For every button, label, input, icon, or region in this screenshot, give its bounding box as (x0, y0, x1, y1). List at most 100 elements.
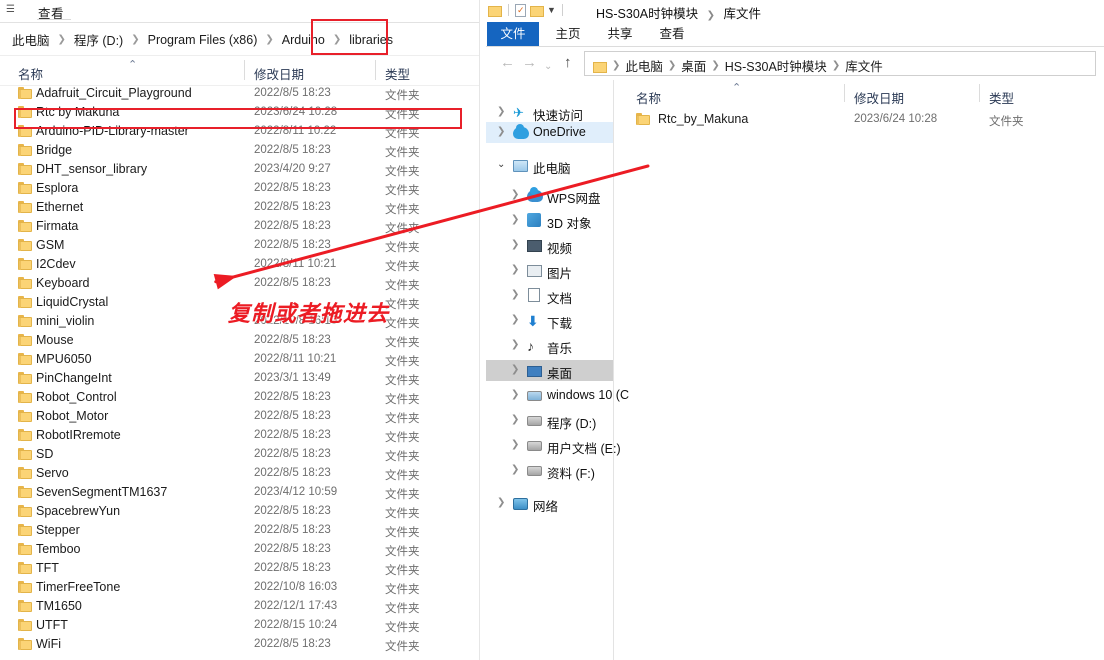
chevron-down-icon[interactable]: ▼ (547, 4, 556, 16)
tab-view[interactable]: 查看 (650, 22, 694, 46)
tree-item-用户文档 (E:)[interactable]: ❯ 用户文档 (E:) (486, 435, 621, 457)
table-row[interactable]: Bridge 2022/8/5 18:23 文件夹 (0, 141, 480, 160)
address-bar[interactable]: ❯ 此电脑 ❯ 桌面 ❯ HS-S30A时钟模块 ❯ 库文件 (584, 51, 1096, 76)
table-row[interactable]: SevenSegmentTM1637 2023/4/12 10:59 文件夹 (0, 483, 480, 502)
address-crumb-3[interactable]: 库文件 (845, 56, 883, 75)
folder-icon[interactable] (488, 5, 502, 17)
address-crumb-1[interactable]: 桌面 (681, 56, 706, 75)
chevron-right-icon: ❯ (831, 60, 841, 71)
chevron-right-icon[interactable]: ❯ (511, 240, 519, 250)
tree-item-文档[interactable]: ❯ 文档 (486, 285, 613, 306)
chevron-right-icon[interactable]: ❯ (511, 340, 519, 350)
column-header-date[interactable]: 修改日期 (254, 64, 304, 83)
tab-home[interactable]: 主页 (546, 22, 590, 46)
folder-icon (18, 638, 32, 650)
file-type: 文件夹 (385, 356, 420, 368)
column-header-type[interactable]: 类型 (385, 64, 410, 83)
tree-item-下载[interactable]: ❯ ⬇ 下载 (486, 310, 613, 331)
table-row[interactable]: WiFi 2022/8/5 18:23 文件夹 (0, 635, 480, 654)
back-button-icon[interactable]: ← (500, 55, 515, 71)
chevron-right-icon[interactable]: ❯ (497, 107, 505, 117)
chevron-right-icon[interactable]: ❯ (511, 215, 519, 225)
tree-item-OneDrive[interactable]: ❯ OneDrive (486, 122, 613, 143)
tree-item-图片[interactable]: ❯ 图片 (486, 260, 613, 282)
column-header-type[interactable]: 类型 (989, 88, 1014, 107)
chevron-right-icon[interactable]: ❯ (511, 190, 519, 200)
table-row[interactable]: Esplora 2022/8/5 18:23 文件夹 (0, 179, 480, 198)
chevron-right-icon[interactable]: ❯ (511, 365, 519, 375)
tab-share[interactable]: 共享 (598, 22, 642, 46)
forward-button-icon[interactable]: → (522, 55, 537, 71)
chevron-right-icon[interactable]: ❯ (511, 290, 519, 300)
table-row[interactable]: DHT_sensor_library 2023/4/20 9:27 文件夹 (0, 160, 480, 179)
table-row[interactable]: Servo 2022/8/5 18:23 文件夹 (0, 464, 480, 483)
new-folder-icon[interactable] (530, 5, 544, 17)
chevron-right-icon[interactable]: ❯ (497, 127, 505, 137)
tree-item-视频[interactable]: ❯ 视频 (486, 235, 613, 257)
tree-item-桌面[interactable]: ❯ 桌面 (486, 360, 613, 381)
address-crumb-0[interactable]: 此电脑 (625, 56, 663, 75)
table-row[interactable]: SpacebrewYun 2022/8/5 18:23 文件夹 (0, 502, 480, 521)
tree-item-3D 对象[interactable]: ❯ 3D 对象 (486, 210, 613, 231)
table-row[interactable]: Ethernet 2022/8/5 18:23 文件夹 (0, 198, 480, 217)
chevron-right-icon[interactable]: ❯ (511, 390, 519, 400)
table-row[interactable]: PinChangeInt 2023/3/1 13:49 文件夹 (0, 369, 480, 388)
address-crumb-2[interactable]: HS-S30A时钟模块 (725, 56, 827, 75)
chevron-right-icon[interactable]: ❯ (511, 415, 519, 425)
tree-item-windows 10 (C[interactable]: ❯ windows 10 (C (486, 385, 629, 406)
tree-item-程序 (D:)[interactable]: ❯ 程序 (D:) (486, 410, 613, 432)
tree-item-此电脑[interactable]: ⌄ 此电脑 (486, 155, 613, 177)
column-header-name[interactable]: 名称 (18, 64, 43, 83)
table-row[interactable]: GSM 2022/8/5 18:23 文件夹 (0, 236, 480, 255)
breadcrumb-item-1[interactable]: 程序 (D:) (72, 29, 125, 50)
tree-item-WPS网盘[interactable]: ❯ WPS网盘 (486, 185, 613, 206)
file-date: 2023/6/24 10:28 (854, 113, 938, 125)
table-row[interactable]: Robot_Control 2022/8/5 18:23 文件夹 (0, 388, 480, 407)
table-row[interactable]: UTFT 2022/8/15 10:24 文件夹 (0, 616, 480, 635)
tree-item-音乐[interactable]: ❯ ♪ 音乐 (486, 335, 613, 356)
quick-access-toolbar: ✓ ▼ (488, 3, 566, 17)
table-row[interactable]: Mouse 2022/8/5 18:23 文件夹 (0, 331, 480, 350)
column-header-name[interactable]: 名称 (636, 88, 661, 107)
chevron-right-icon[interactable]: ❯ (511, 465, 519, 475)
table-row[interactable]: MPU6050 2022/8/11 10:21 文件夹 (0, 350, 480, 369)
breadcrumb-item-2[interactable]: Program Files (x86) (146, 32, 260, 48)
chevron-right-icon[interactable]: ❯ (511, 315, 519, 325)
up-one-level-icon[interactable]: ↑ (564, 55, 572, 71)
chevron-right-icon[interactable]: ❯ (497, 498, 505, 508)
table-row[interactable]: Temboo 2022/8/5 18:23 文件夹 (0, 540, 480, 559)
tree-item-资料 (F:)[interactable]: ❯ 资料 (F:) (486, 460, 613, 482)
chevron-right-icon[interactable]: ❯ (511, 440, 519, 450)
table-row[interactable]: Stepper 2022/8/5 18:23 文件夹 (0, 521, 480, 540)
table-row[interactable]: SD 2022/8/5 18:23 文件夹 (0, 445, 480, 464)
tree-item-快速访问[interactable]: ❯ ✈ 快速访问 (486, 102, 613, 123)
chevron-down-icon[interactable]: ⌄ (497, 160, 505, 170)
recent-locations-chevron-icon[interactable]: ⌄ (544, 59, 552, 75)
table-row[interactable]: RobotIRremote 2022/8/5 18:23 文件夹 (0, 426, 480, 445)
table-row[interactable]: I2Cdev 2022/8/11 10:21 文件夹 (0, 255, 480, 274)
table-row[interactable]: Adafruit_Circuit_Playground 2022/8/5 18:2… (0, 84, 480, 103)
breadcrumb-item-0[interactable]: 此电脑 (10, 29, 52, 50)
table-row[interactable]: TFT 2022/8/5 18:23 文件夹 (0, 559, 480, 578)
file-date: 2022/8/5 18:23 (254, 410, 331, 422)
table-row[interactable]: Firmata 2022/8/5 18:23 文件夹 (0, 217, 480, 236)
table-row[interactable]: TM1650 2022/12/1 17:43 文件夹 (0, 597, 480, 616)
table-row[interactable]: TimerFreeTone 2022/10/8 16:03 文件夹 (0, 578, 480, 597)
chevron-right-icon[interactable]: ❯ (511, 265, 519, 275)
tab-file[interactable]: 文件 (487, 22, 539, 46)
table-row[interactable]: Keyboard 2022/8/5 18:23 文件夹 (0, 274, 480, 293)
tree-item-网络[interactable]: ❯ 网络 (486, 493, 613, 515)
properties-icon[interactable]: ✓ (515, 3, 527, 17)
table-row[interactable]: Rtc_by_Makuna 2023/6/24 10:28 文件夹 (614, 108, 1104, 132)
file-type: 文件夹 (385, 546, 420, 558)
left-address-bar[interactable]: 此电脑 ❯ 程序 (D:) ❯ Program Files (x86) ❯ Ar… (0, 23, 480, 56)
folder-icon (18, 87, 32, 99)
right-ribbon-tabs: 文件 主页 共享 查看 (486, 22, 1104, 47)
file-type: 文件夹 (385, 527, 420, 539)
drive-windows-icon (527, 388, 543, 403)
table-row[interactable]: Robot_Motor 2022/8/5 18:23 文件夹 (0, 407, 480, 426)
file-date: 2022/8/5 18:23 (254, 87, 331, 99)
ribbon-menu-icon[interactable]: ☰ (6, 4, 16, 16)
file-name: Robot_Control (36, 390, 117, 404)
column-header-date[interactable]: 修改日期 (854, 88, 904, 107)
